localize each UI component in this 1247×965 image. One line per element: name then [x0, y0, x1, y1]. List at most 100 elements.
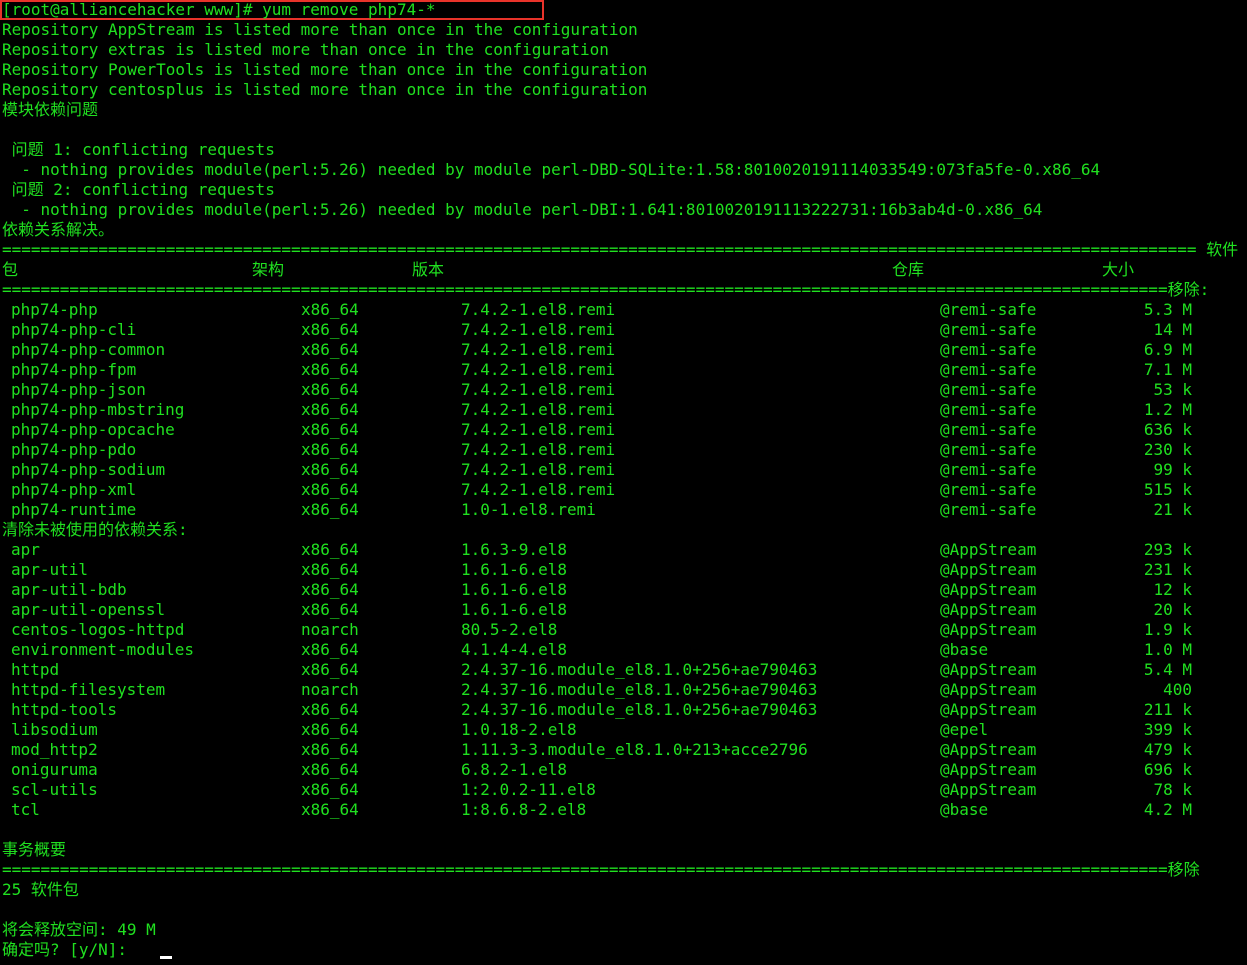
cell-package: php74-php-cli: [11, 320, 137, 339]
cell-version: 7.4.2-1.el8.remi: [461, 460, 616, 479]
cell-repo: @AppStream: [940, 660, 1037, 679]
cell-version: 2.4.37-16.module_el8.1.0+256+ae790463: [461, 700, 818, 719]
cell-repo: @AppStream: [940, 760, 1037, 779]
cell-repo: @AppStream: [940, 700, 1037, 719]
cell-size: 1.0 M: [1143, 640, 1192, 659]
cell-size: 53 k: [1153, 380, 1192, 399]
cell-version: 7.4.2-1.el8.remi: [461, 360, 616, 379]
cell-repo: @remi-safe: [940, 400, 1037, 419]
cell-repo: @remi-safe: [940, 480, 1037, 499]
cell-package: centos-logos-httpd: [11, 620, 185, 639]
cell-arch: x86_64: [301, 640, 359, 659]
cell-package: apr-util-openssl: [11, 600, 166, 619]
cell-size: 211 k: [1143, 700, 1192, 719]
cell-version: 1.11.3-3.module_el8.1.0+213+acce2796: [461, 740, 808, 759]
cell-arch: x86_64: [301, 460, 359, 479]
cell-size: 400: [1163, 680, 1192, 699]
separator-summary: ========================================…: [2, 860, 1200, 879]
cell-arch: noarch: [301, 680, 359, 699]
cell-repo: @AppStream: [940, 740, 1037, 759]
cell-arch: x86_64: [301, 660, 359, 679]
cell-size: 293 k: [1143, 540, 1192, 559]
module-dependency-heading: 模块依赖问题: [2, 100, 99, 119]
transaction-summary-title: 事务概要: [2, 840, 67, 859]
separator-top: ========================================…: [2, 240, 1239, 259]
cell-size: 12 k: [1153, 580, 1192, 599]
cell-package: httpd-filesystem: [11, 680, 166, 699]
header-version: 版本: [412, 260, 445, 279]
cell-size: 1.2 M: [1143, 400, 1192, 419]
cell-size: 696 k: [1143, 760, 1192, 779]
cell-package: php74-php: [11, 300, 98, 319]
cell-size: 21 k: [1153, 500, 1192, 519]
cell-arch: x86_64: [301, 560, 359, 579]
cell-version: 6.8.2-1.el8: [461, 760, 567, 779]
terminal-window[interactable]: [root@alliancehacker www]# yum remove ph…: [0, 0, 1247, 965]
cell-arch: x86_64: [301, 340, 359, 359]
confirm-prompt[interactable]: 确定吗? [y/N]:: [2, 940, 137, 960]
cell-version: 1.6.1-6.el8: [461, 600, 567, 619]
cell-version: 7.4.2-1.el8.remi: [461, 480, 616, 499]
cell-repo: @AppStream: [940, 780, 1037, 799]
cell-version: 7.4.2-1.el8.remi: [461, 420, 616, 439]
cell-size: 6.9 M: [1143, 340, 1192, 359]
text-cursor: [160, 956, 172, 959]
cell-package: php74-runtime: [11, 500, 137, 519]
cell-arch: x86_64: [301, 540, 359, 559]
cell-repo: @remi-safe: [940, 380, 1037, 399]
cell-size: 78 k: [1153, 780, 1192, 799]
cell-package: php74-php-sodium: [11, 460, 166, 479]
cell-repo: @base: [940, 640, 989, 659]
cell-arch: x86_64: [301, 380, 359, 399]
cell-arch: x86_64: [301, 360, 359, 379]
cell-package: apr: [11, 540, 40, 559]
cell-size: 4.2 M: [1143, 800, 1192, 819]
dependency-resolved: 依赖关系解决。: [2, 220, 115, 239]
cell-repo: @AppStream: [940, 560, 1037, 579]
cell-package: apr-util: [11, 560, 89, 579]
cell-arch: x86_64: [301, 780, 359, 799]
cell-repo: @AppStream: [940, 580, 1037, 599]
cell-package: apr-util-bdb: [11, 580, 127, 599]
cell-version: 1.6.1-6.el8: [461, 580, 567, 599]
cell-package: httpd-tools: [11, 700, 117, 719]
package-count: 25 软件包: [2, 880, 79, 899]
cell-arch: x86_64: [301, 480, 359, 499]
cell-package: tcl: [11, 800, 40, 819]
cell-arch: x86_64: [301, 720, 359, 739]
cell-version: 7.4.2-1.el8.remi: [461, 320, 616, 339]
cell-version: 7.4.2-1.el8.remi: [461, 300, 616, 319]
cell-size: 99 k: [1153, 460, 1192, 479]
repo-warning: Repository PowerTools is listed more tha…: [2, 60, 648, 79]
cell-arch: x86_64: [301, 600, 359, 619]
cell-repo: @remi-safe: [940, 460, 1037, 479]
cell-package: php74-php-json: [11, 380, 146, 399]
cell-version: 1.6.1-6.el8: [461, 560, 567, 579]
cell-arch: x86_64: [301, 400, 359, 419]
cell-arch: x86_64: [301, 440, 359, 459]
cell-size: 5.3 M: [1143, 300, 1192, 319]
header-arch: 架构: [252, 260, 285, 279]
cell-version: 2.4.37-16.module_el8.1.0+256+ae790463: [461, 680, 818, 699]
cell-size: 636 k: [1143, 420, 1192, 439]
unused-dependencies-heading: 清除未被使用的依赖关系:: [2, 520, 188, 539]
cell-version: 4.1.4-4.el8: [461, 640, 567, 659]
cell-repo: @remi-safe: [940, 440, 1037, 459]
cell-arch: x86_64: [301, 500, 359, 519]
cell-version: 1.0-1.el8.remi: [461, 500, 596, 519]
cell-version: 7.4.2-1.el8.remi: [461, 440, 616, 459]
header-repo: 仓库: [892, 260, 925, 279]
cell-arch: x86_64: [301, 760, 359, 779]
repo-warning: Repository centosplus is listed more tha…: [2, 80, 648, 99]
cell-size: 1.9 k: [1143, 620, 1192, 639]
cell-size: 515 k: [1143, 480, 1192, 499]
freed-space: 将会释放空间: 49 M: [2, 920, 156, 939]
cell-size: 399 k: [1143, 720, 1192, 739]
cell-version: 2.4.37-16.module_el8.1.0+256+ae790463: [461, 660, 818, 679]
problem-2-detail: - nothing provides module(perl:5.26) nee…: [2, 200, 1043, 219]
cell-repo: @remi-safe: [940, 500, 1037, 519]
cell-version: 7.4.2-1.el8.remi: [461, 380, 616, 399]
cell-size: 231 k: [1143, 560, 1192, 579]
cell-package: php74-php-common: [11, 340, 166, 359]
cell-repo: @remi-safe: [940, 300, 1037, 319]
